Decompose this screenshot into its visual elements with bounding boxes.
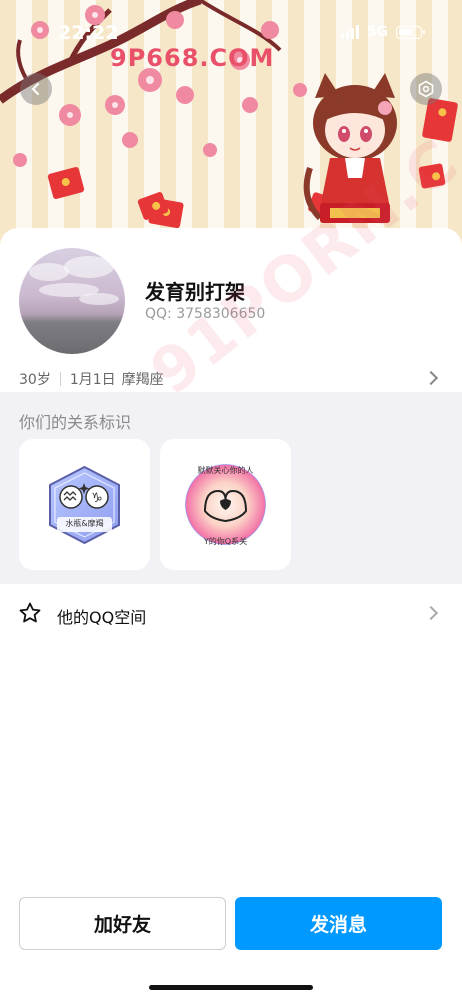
profile-nickname: 发育别打架 — [145, 280, 245, 304]
signal-strength-icon — [340, 25, 359, 39]
qzone-entry-row[interactable]: 他的QQ空间 — [0, 587, 462, 639]
qq-number: 3758306650 — [176, 306, 266, 322]
back-button[interactable] — [20, 73, 52, 105]
hexagon-icon — [418, 80, 434, 98]
status-time: 22:22 — [58, 22, 119, 44]
badge-label: 水瓶&摩羯 — [65, 519, 104, 528]
badge-bottom-text: Y的你Q系关 — [203, 537, 248, 546]
avatar[interactable] — [19, 248, 125, 354]
battery-icon — [396, 25, 425, 39]
birthday-text: 1月1日 — [69, 372, 116, 388]
zodiac-text: 摩羯座 — [121, 372, 164, 388]
network-type: 5G — [366, 24, 388, 40]
relation-title: 你们的关系标识 — [19, 413, 132, 432]
heart-hands-badge-icon — [185, 464, 266, 545]
send-message-button[interactable]: 发消息 — [235, 897, 442, 950]
red-envelope-icon — [418, 163, 446, 189]
badge-top-text: 默默关心你的人 — [197, 466, 254, 475]
qq-number-line: QQ: 3758306650 — [145, 306, 265, 322]
status-bar: 22:22 5G — [0, 18, 462, 48]
watermark-text: 9P668.COM — [110, 44, 275, 72]
profile-cover-banner: 9P668.COM 22:22 5G — [0, 0, 462, 250]
aquarius-capricorn-badge-icon: ♑ — [49, 465, 120, 545]
age-text: 30岁 — [19, 372, 51, 388]
anime-girl-illustration — [303, 73, 397, 223]
relation-badge-care[interactable]: 默默关心你的人 Y的你Q系关 — [160, 439, 291, 570]
qzone-label: 他的QQ空间 — [57, 608, 147, 627]
add-friend-button[interactable]: 加好友 — [19, 897, 226, 950]
relation-badge-zodiac[interactable]: ♑ 水瓶&摩羯 — [19, 439, 150, 570]
status-indicators: 5G — [340, 24, 425, 40]
relation-section: 你们的关系标识 ♑ 水瓶&摩羯 默默关心你的人 Y的你Q系关 — [0, 392, 462, 584]
divider — [59, 372, 61, 386]
chevron-left-icon — [31, 83, 39, 95]
star-icon — [19, 602, 41, 623]
profile-info-row[interactable]: 30岁 1月1日 摩羯座 — [19, 368, 444, 390]
svg-text:♑: ♑ — [91, 491, 103, 506]
qq-label: QQ: — [145, 306, 172, 322]
more-options-button[interactable] — [410, 73, 442, 105]
home-indicator[interactable] — [149, 985, 313, 990]
